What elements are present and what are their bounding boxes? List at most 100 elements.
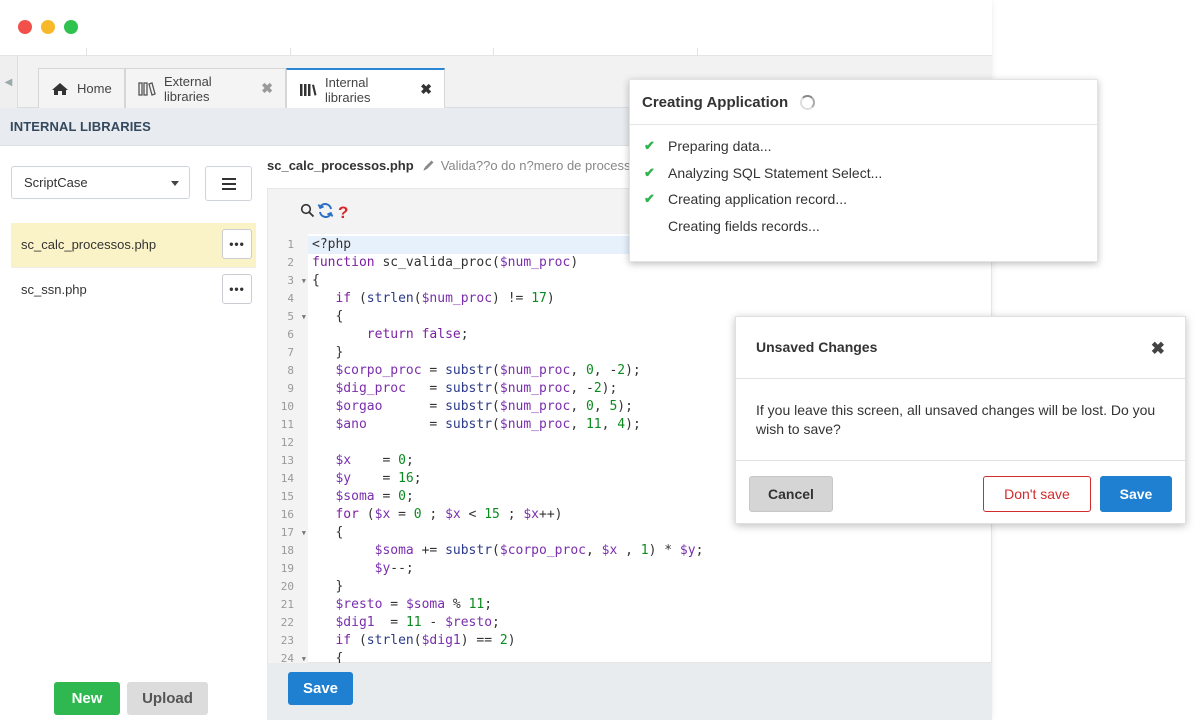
tab-internal-libraries[interactable]: Internal libraries ✖ [286,68,445,109]
step-label: Analyzing SQL Statement Select... [668,165,883,181]
line-number: 9 [287,382,294,395]
file-options-button[interactable]: ••• [222,229,252,259]
line-number: 17 ▼ [268,524,308,542]
code-line: $x = 0; [335,453,414,468]
dialog-header: Creating Application [630,80,1097,125]
spinner-icon [800,94,816,110]
caret-down-icon [171,181,179,186]
code-line: $orgao = substr($num_proc, 0, 5); [335,399,633,414]
step-label: Preparing data... [668,138,772,154]
line-number: 12 [280,436,294,449]
home-icon [51,82,69,96]
tab-home[interactable]: Home [38,68,125,108]
file-name: sc_ssn.php [21,282,87,297]
upload-button[interactable]: Upload [127,682,208,715]
code-line: $y--; [374,561,414,576]
check-icon: ✔ [644,191,655,206]
divider [697,48,698,56]
check-icon: ✔ [644,138,655,153]
line-number: 16 [280,508,294,521]
progress-step: ✔ Analyzing SQL Statement Select... [644,164,882,182]
code-line: if (strlen($dig1) == 2) [335,633,516,648]
file-description: Valida??o do n?mero de processo [440,157,638,173]
check-icon: ✔ [644,165,655,180]
menu-button[interactable] [205,166,252,201]
fold-arrow-icon[interactable]: ▼ [302,272,306,290]
line-number: 18 [280,544,294,557]
line-number: 11 [280,418,294,431]
progress-step: Creating fields records... [644,217,820,235]
dialog-message: If you leave this screen, all unsaved ch… [756,402,1156,437]
line-number: 19 [280,562,294,575]
unsaved-changes-dialog: Unsaved Changes ✖ If you leave this scre… [735,316,1186,524]
more-icon: ••• [229,282,245,296]
close-window-button[interactable] [18,20,32,34]
line-number: 5 ▼ [268,308,308,326]
tab-label: Home [77,81,112,96]
line-number: 15 [280,490,294,503]
code-line: $ano = substr($num_proc, 11, 4); [335,417,641,432]
cancel-button[interactable]: Cancel [749,476,833,512]
search-icon[interactable] [300,203,315,223]
save-button[interactable]: Save [1100,476,1172,512]
code-line: $corpo_proc = substr($num_proc, 0, -2); [335,363,641,378]
code-line: $resto = $soma % 11; [335,597,493,612]
line-number: 23 [280,634,294,647]
divider [290,48,291,56]
creating-application-dialog: Creating Application ✔ Preparing data...… [629,79,1098,262]
line-number: 6 [287,328,294,341]
progress-step: ✔ Creating application record... [644,190,847,208]
code-line: $y = 16; [335,471,422,486]
more-icon: ••• [229,237,245,251]
line-number: 14 [280,472,294,485]
file-item[interactable]: sc_ssn.php ••• [11,268,256,312]
scroll-tabs-left-button[interactable]: ◀ [0,56,18,108]
dialog-footer: Cancel Don't save Save [736,460,1185,523]
new-button[interactable]: New [54,682,120,715]
code-line: { [312,273,320,288]
close-icon[interactable]: ✖ [420,81,432,98]
close-icon[interactable]: ✖ [1151,339,1165,359]
refresh-icon[interactable] [317,202,334,224]
hamburger-icon [221,175,236,193]
tab-label: Internal libraries [325,74,371,105]
minimize-window-button[interactable] [41,20,55,34]
line-number: 8 [287,364,294,377]
step-label: Creating application record... [668,191,847,207]
line-number: 21 [280,598,294,611]
divider [493,48,494,56]
screen: ◀ Home External libraries ✖ Internal lib… [0,0,1200,720]
maximize-window-button[interactable] [64,20,78,34]
file-item[interactable]: sc_calc_processos.php ••• [11,223,256,267]
library-icon [138,81,156,96]
dialog-title: Creating Application [642,93,789,111]
help-icon[interactable]: ? [338,203,348,223]
fold-arrow-icon[interactable]: ▼ [302,308,306,326]
code-line: return false; [366,327,469,342]
save-button[interactable]: Save [288,672,353,705]
line-number: 22 [280,616,294,629]
library-source-select[interactable]: ScriptCase [11,166,190,199]
fold-arrow-icon[interactable]: ▼ [302,524,306,542]
line-number: 7 [287,346,294,359]
file-name: sc_calc_processos.php [21,237,157,252]
pencil-icon[interactable] [422,159,435,172]
file-header: sc_calc_processos.php Valida??o do n?mer… [267,156,638,174]
divider [86,48,87,56]
progress-step: ✔ Preparing data... [644,137,772,155]
file-title: sc_calc_processos.php [267,157,414,173]
title-bar [0,0,992,56]
tab-external-libraries[interactable]: External libraries ✖ [125,68,286,108]
code-line: { [312,309,344,324]
close-icon[interactable]: ✖ [261,80,273,97]
line-number-gutter: 1 2 3 ▼ 4 5 ▼ 6 7 8 9 10 11 12 13 14 15 16… [268,234,308,665]
line-number: 10 [280,400,294,413]
code-line: $soma += substr($corpo_proc, $x , 1) * $… [374,543,704,558]
dont-save-button[interactable]: Don't save [983,476,1091,512]
line-number: 13 [280,454,294,467]
tab-label: External libraries [164,73,212,104]
editor-footer: Save [267,663,992,720]
file-options-button[interactable]: ••• [222,274,252,304]
dialog-title: Unsaved Changes [736,317,1185,379]
code-line: } [312,579,344,594]
